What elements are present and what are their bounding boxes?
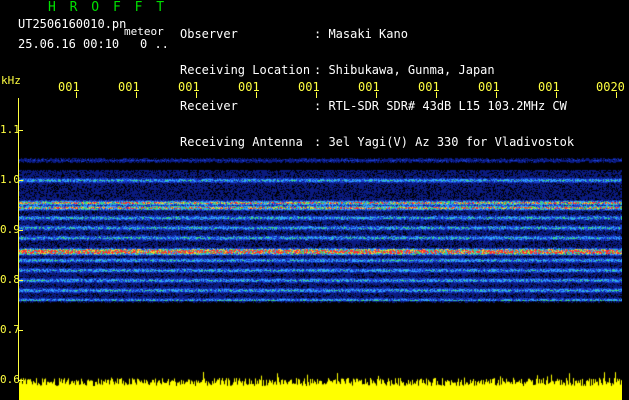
meteor-count-canvas: [19, 370, 622, 400]
y-tick: [18, 280, 23, 281]
x-tick: [496, 92, 497, 98]
x-tick-label: 0020: [596, 80, 625, 94]
y-axis-label: kHz: [1, 74, 21, 87]
y-tick: [18, 380, 23, 381]
x-tick: [196, 92, 197, 98]
station-row-location: Receiving Location: Shibukawa, Gunma, Ja…: [180, 64, 574, 76]
y-tick-label: 0.6: [0, 373, 20, 386]
x-tick: [436, 92, 437, 98]
app-title: H R O F F T: [48, 0, 168, 15]
station-value: : Masaki Kano: [314, 27, 408, 41]
x-tick: [556, 92, 557, 98]
x-tick: [76, 92, 77, 98]
y-tick-label: 0.7: [0, 323, 20, 336]
spectrogram-canvas: [19, 150, 622, 370]
scale-text: 0 ..: [140, 37, 169, 51]
x-tick: [316, 92, 317, 98]
x-tick: [376, 92, 377, 98]
datetime: 25.06.16 00:10: [18, 37, 120, 51]
y-tick: [18, 180, 23, 181]
x-tick: [136, 92, 137, 98]
y-tick-label: 0.9: [0, 223, 20, 236]
x-tick: [616, 92, 617, 98]
station-row-observer: Observer : Masaki Kano: [180, 28, 574, 40]
station-key: Receiving Location: [180, 63, 311, 77]
station-value: : Shibukawa, Gunma, Japan: [314, 63, 495, 77]
x-tick: [256, 92, 257, 98]
y-tick-label: 0.8: [0, 273, 20, 286]
y-tick: [18, 230, 23, 231]
station-key: Observer: [180, 27, 238, 41]
y-tick: [18, 130, 23, 131]
file-name: UT2506160010.pn: [18, 17, 127, 31]
y-tick-label: 1.0: [0, 173, 20, 186]
y-tick: [18, 330, 23, 331]
y-tick-label: 1.1: [0, 123, 20, 136]
